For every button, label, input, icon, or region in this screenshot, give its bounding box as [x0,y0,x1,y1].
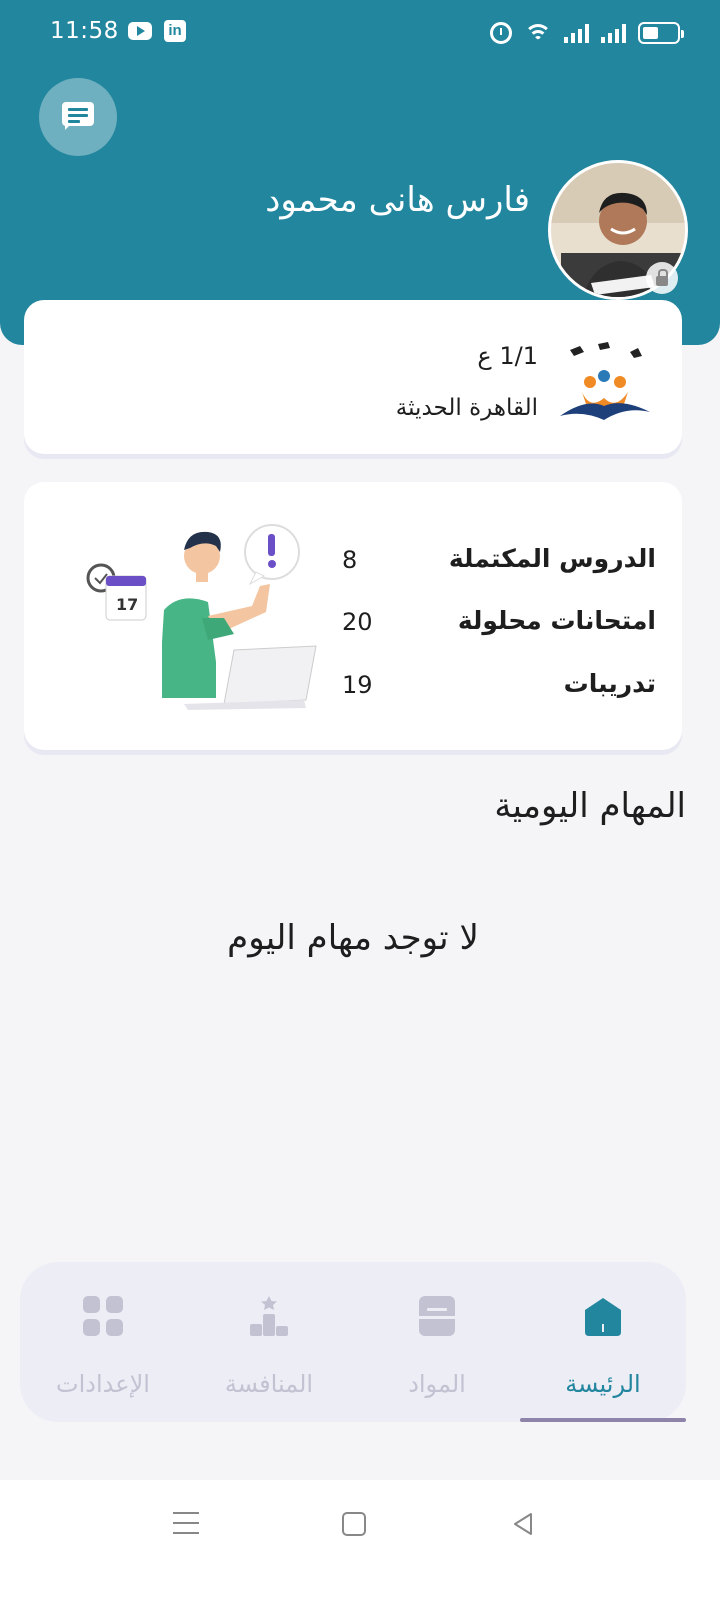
stat-value-solved-exams: 20 [342,608,373,636]
home-button-icon[interactable] [342,1512,366,1536]
school-card[interactable]: 1/1 ع القاهرة الحديثة [24,300,682,454]
lock-icon [646,262,678,294]
nav-item-competition[interactable]: المنافسة [186,1262,352,1422]
user-name: فارس هانى محمود [265,180,530,220]
recent-apps-icon[interactable] [173,1512,199,1534]
linkedin-icon: in [164,20,186,42]
back-icon[interactable] [511,1512,535,1536]
daily-tasks-title: المهام اليومية [494,786,686,826]
svg-text:17: 17 [116,595,138,614]
settings-grid-icon [83,1296,123,1336]
school-logo-icon [560,342,650,420]
stat-value-exercises: 19 [342,671,373,699]
system-navigation-bar [0,1480,720,1600]
nav-label-home: الرئيسة [565,1370,641,1398]
school-name: القاهرة الحديثة [395,395,538,421]
wifi-icon [524,22,552,44]
chat-button[interactable] [39,78,117,156]
youtube-icon [128,22,152,40]
stat-label-completed-lessons: الدروس المكتملة [448,544,656,573]
active-tab-indicator [520,1418,686,1422]
status-time: 11:58 [50,18,119,44]
class-label: 1/1 ع [477,342,538,370]
student-illustration: 17 [86,524,317,710]
stat-label-solved-exams: امتحانات محلولة [457,606,656,635]
stat-label-exercises: تدريبات [563,669,656,698]
stat-value-completed-lessons: 8 [342,546,358,574]
empty-tasks-message: لا توجد مهام اليوم [227,918,479,958]
home-icon [585,1298,621,1336]
nav-item-home[interactable]: الرئيسة [520,1262,686,1422]
leaderboard-icon [250,1296,288,1336]
nav-label-settings: الإعدادات [56,1370,150,1398]
signal-icon [601,23,626,43]
battery-icon [638,22,684,44]
status-bar: 11:58 in [0,0,720,66]
nav-label-subjects: المواد [408,1370,466,1398]
nav-item-settings[interactable]: الإعدادات [20,1262,186,1422]
alarm-icon [490,22,512,44]
nav-label-competition: المنافسة [224,1370,314,1398]
subjects-icon [419,1296,455,1336]
chat-icon [62,102,94,132]
stats-card: الدروس المكتملة 8 امتحانات محلولة 20 تدر… [24,482,682,750]
bottom-navigation: الرئيسة المواد المنافسة الإعدادات [20,1262,686,1422]
signal-icon [564,23,589,43]
nav-item-subjects[interactable]: المواد [354,1262,520,1422]
